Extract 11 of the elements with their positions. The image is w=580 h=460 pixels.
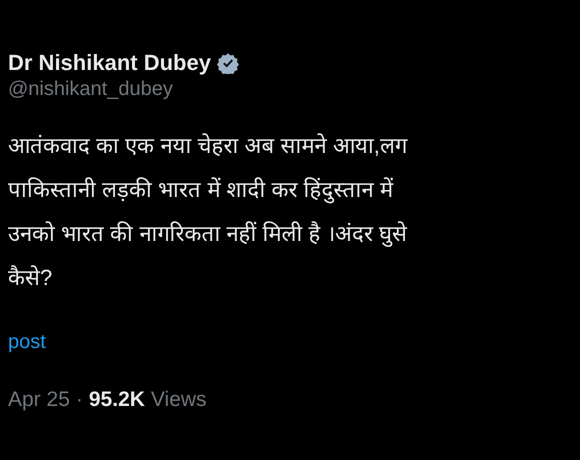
views-label: Views	[150, 388, 207, 412]
post-text-line: आतंकवाद का एक नया चेहरा अब सामने आया,लग	[8, 132, 407, 160]
separator-dot: ·	[76, 388, 83, 412]
post-text-line: उनको भारत की नागरिकता नहीं मिली है ।अंदर घुसे	[8, 220, 407, 249]
post-text-line: पाकिस्तानी लड़की भारत में शादी कर हिंदुस्तान में	[8, 176, 393, 206]
translate-link[interactable]: post	[8, 331, 46, 354]
post-date[interactable]: Apr 25	[8, 388, 70, 412]
author-handle[interactable]: @nishikant_dubey	[8, 78, 580, 101]
author-name[interactable]: Dr Nishikant Dubey	[8, 50, 211, 76]
post-text-line: कैसे?	[8, 264, 52, 292]
views-count: 95.2K	[88, 388, 145, 412]
